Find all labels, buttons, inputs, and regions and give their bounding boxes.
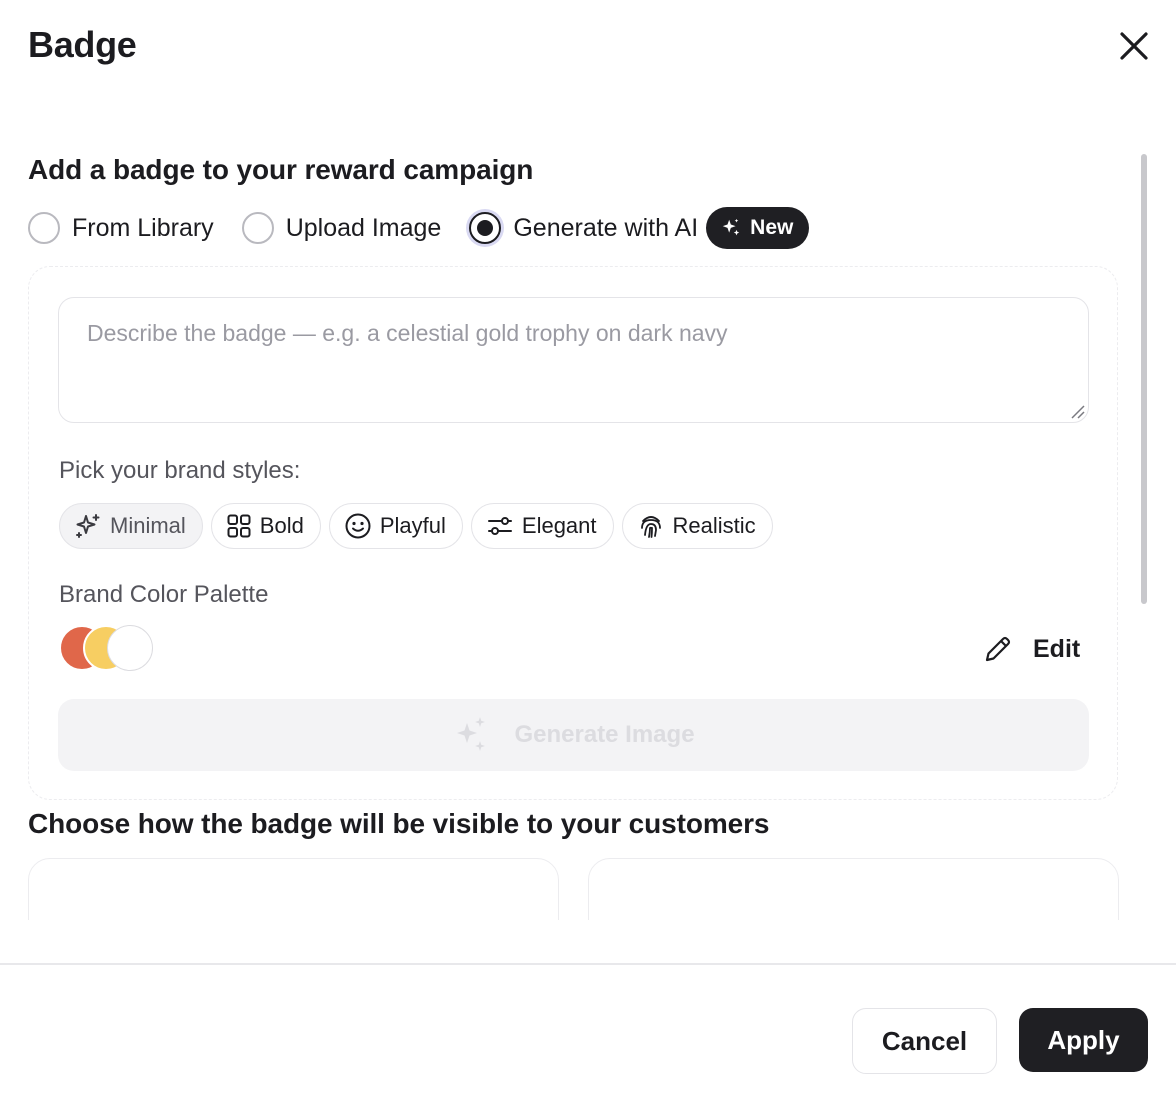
new-badge-label: New xyxy=(750,216,794,239)
footer-divider xyxy=(0,963,1176,965)
sparkle-icon xyxy=(722,218,740,236)
style-chip-playful[interactable]: Playful xyxy=(328,503,463,549)
edit-label: Edit xyxy=(1033,634,1081,663)
generate-label: Generate Image xyxy=(514,721,695,748)
radio-label: Generate with AI xyxy=(513,213,699,242)
brand-color-swatches[interactable] xyxy=(59,625,159,671)
modal-title: Badge xyxy=(28,24,137,65)
smiley-icon xyxy=(345,513,371,539)
new-badge: New xyxy=(706,207,810,249)
chip-label: Playful xyxy=(379,513,446,538)
badge-prompt-input[interactable] xyxy=(58,297,1089,423)
radio-from-library[interactable]: From Library xyxy=(28,212,214,244)
chip-label: Minimal xyxy=(110,513,186,538)
brand-palette-label: Brand Color Palette xyxy=(59,581,269,608)
visibility-title: Choose how the badge will be visible to … xyxy=(28,808,770,839)
radio-generate-with-ai[interactable]: Generate with AI New xyxy=(469,207,810,249)
grid-icon xyxy=(227,514,251,538)
sliders-icon xyxy=(487,517,512,535)
add-badge-title: Add a badge to your reward campaign xyxy=(28,154,534,185)
style-chip-minimal[interactable]: Minimal xyxy=(59,503,203,549)
resize-handle-icon[interactable] xyxy=(1070,404,1086,420)
visibility-option-card[interactable] xyxy=(588,858,1119,920)
edit-palette-button[interactable]: Edit xyxy=(983,629,1080,669)
chip-label: Bold xyxy=(259,513,304,538)
chip-label: Elegant xyxy=(521,513,597,538)
style-chip-bold[interactable]: Bold xyxy=(210,503,321,549)
sparkle-icon xyxy=(76,514,100,538)
badge-modal: Badge Add a badge to your reward campaig… xyxy=(0,0,1176,1098)
brand-styles-label: Pick your brand styles: xyxy=(59,457,301,484)
radio-label: From Library xyxy=(72,213,214,242)
badge-source-options: From Library Upload Image Generate with … xyxy=(28,206,810,250)
radio-upload-image[interactable]: Upload Image xyxy=(241,212,442,244)
apply-button[interactable]: Apply xyxy=(1019,1008,1148,1072)
visibility-option-card[interactable] xyxy=(28,858,559,920)
close-button[interactable] xyxy=(1114,26,1154,66)
close-icon xyxy=(1120,32,1148,60)
radio-circle-checked[interactable] xyxy=(469,212,502,244)
style-chip-elegant[interactable]: Elegant xyxy=(470,503,614,549)
fingerprint-icon xyxy=(640,516,661,538)
modal-body[interactable]: Add a badge to your reward campaign From… xyxy=(0,100,1176,920)
radio-label: Upload Image xyxy=(285,213,442,242)
generate-image-button[interactable]: Generate Image xyxy=(58,699,1089,771)
scrollbar-thumb[interactable] xyxy=(1141,154,1147,604)
chip-label: Realistic xyxy=(672,513,756,538)
brand-style-chips: Minimal Bold Playful Elegant Realistic xyxy=(59,503,781,549)
cancel-button[interactable]: Cancel xyxy=(852,1008,997,1074)
sparkle-icon xyxy=(457,717,486,751)
radio-circle[interactable] xyxy=(28,212,60,244)
pencil-icon xyxy=(985,636,1011,662)
style-chip-realistic[interactable]: Realistic xyxy=(621,503,773,549)
color-swatch[interactable] xyxy=(107,625,153,671)
radio-circle[interactable] xyxy=(241,212,274,244)
ai-generate-panel: Pick your brand styles: Minimal xyxy=(28,266,1118,800)
